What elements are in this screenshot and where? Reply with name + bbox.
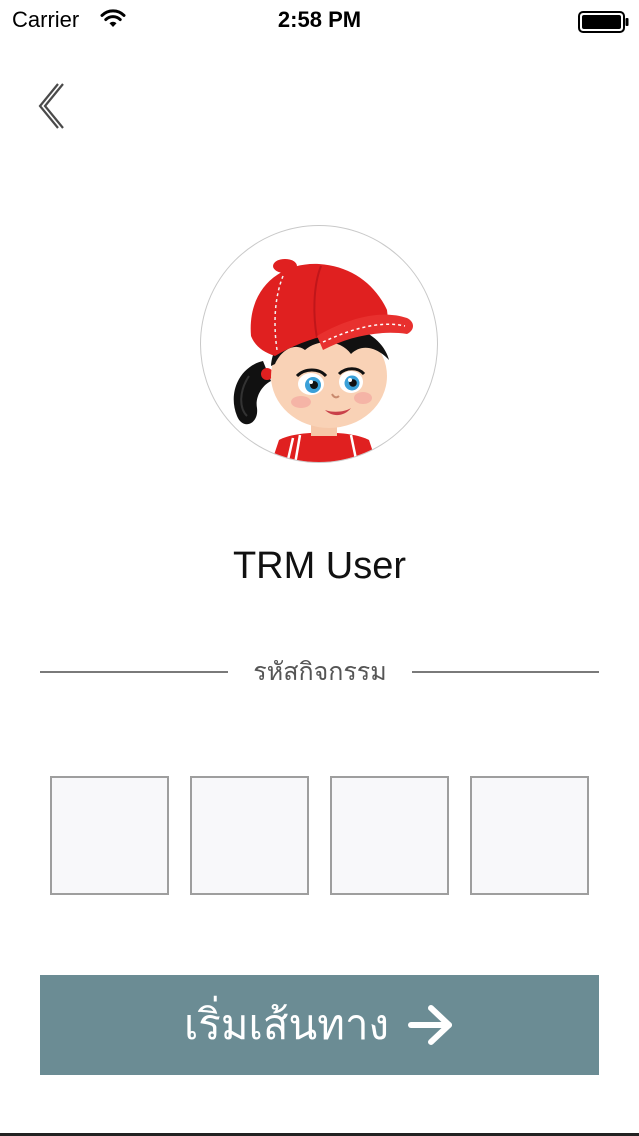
- battery-icon: [578, 11, 630, 37]
- back-button[interactable]: [30, 78, 74, 134]
- status-bar: Carrier 2:58 PM: [0, 0, 639, 40]
- chevron-left-icon: [30, 83, 74, 138]
- arrow-right-icon: [407, 1003, 455, 1047]
- avatar: [200, 225, 438, 463]
- divider-line-left: [40, 671, 228, 673]
- girl-cap-avatar-illustration: [233, 259, 413, 462]
- divider-line-right: [412, 671, 599, 673]
- start-route-label: เริ่มเส้นทาง: [183, 1000, 390, 1049]
- activity-code-digit-1[interactable]: [50, 776, 169, 895]
- clock-time: 2:58 PM: [277, 7, 362, 32]
- activity-code-label: รหัสกิจกรรม: [253, 657, 387, 686]
- user-name: TRM User: [232, 545, 407, 587]
- activity-code-digit-3[interactable]: [330, 776, 449, 895]
- activity-code-digit-4[interactable]: [470, 776, 589, 895]
- activity-code-digit-2[interactable]: [190, 776, 309, 895]
- start-route-button[interactable]: เริ่มเส้นทาง: [40, 975, 599, 1075]
